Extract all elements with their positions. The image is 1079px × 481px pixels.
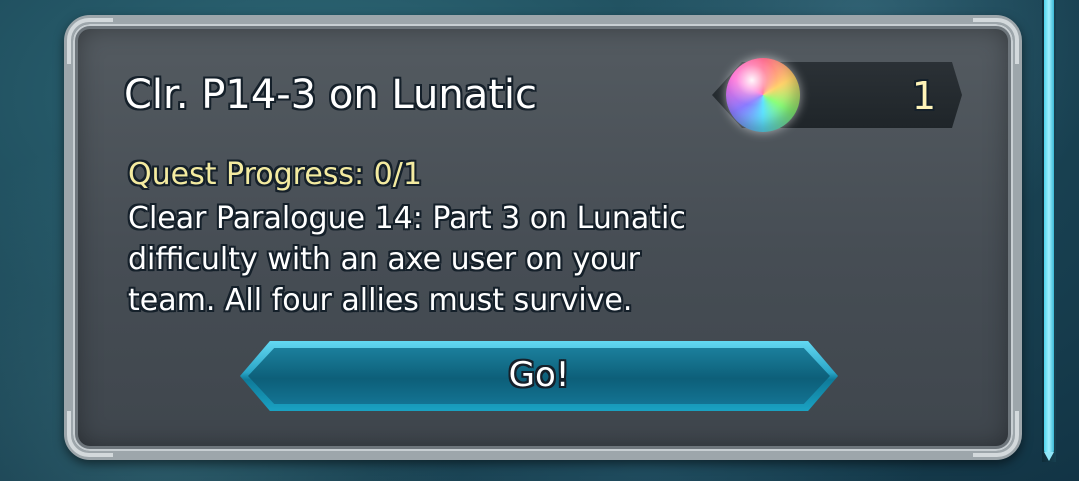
frame-corner-ornament [67, 18, 113, 64]
scrollbar-thumb[interactable] [1044, 0, 1054, 455]
quest-progress: Quest Progress: 0/1 [128, 157, 422, 192]
go-button-label: Go! [508, 355, 570, 395]
frame-corner-ornament [67, 411, 113, 457]
frame-corner-ornament [973, 411, 1019, 457]
quest-title: Clr. P14-3 on Lunatic [124, 72, 537, 118]
scroll-down-arrow-icon [1044, 452, 1054, 461]
reward-count: 1 [911, 74, 936, 118]
quest-description: Clear Paralogue 14: Part 3 on Lunatic di… [128, 201, 686, 318]
go-button[interactable]: Go! [240, 341, 838, 411]
frame-corner-ornament [973, 18, 1019, 64]
orb-icon [726, 58, 800, 132]
